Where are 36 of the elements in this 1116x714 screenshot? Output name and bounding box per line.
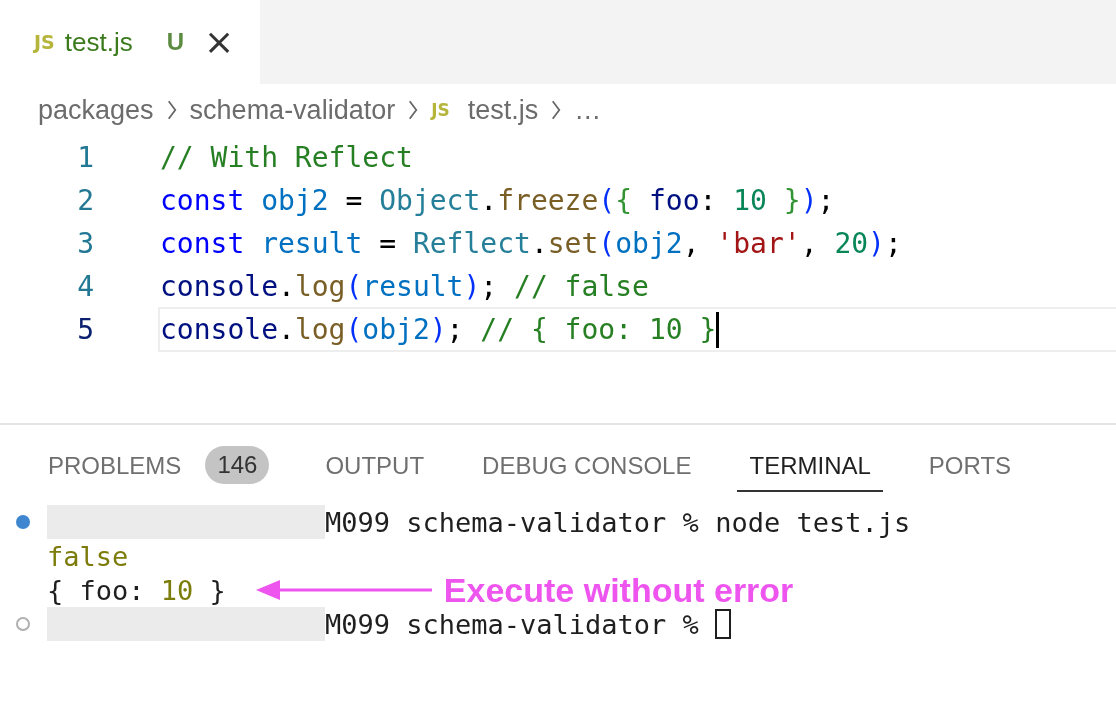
- chevron-icon: [550, 99, 563, 121]
- annotation-text: Execute without error: [443, 570, 794, 610]
- panel-tab[interactable]: TERMINAL: [737, 438, 883, 492]
- panel-tab[interactable]: PORTS: [916, 438, 1024, 492]
- js-file-icon: JS: [34, 31, 55, 53]
- terminal-output: { foo: 10 }: [47, 574, 226, 606]
- line-number: 3: [76, 227, 95, 260]
- line-number: 5: [76, 313, 95, 346]
- terminal-output: false: [47, 540, 129, 572]
- code-line: const result = Reflect.set(obj2, 'bar', 20);: [160, 227, 902, 260]
- terminal-prompt: M099 schema-validator %: [325, 608, 699, 640]
- line-number: 2: [76, 184, 95, 217]
- terminal-prompt: M099 schema-validator % node test.js: [325, 506, 911, 538]
- line-number: 1: [76, 141, 95, 174]
- breadcrumb-item[interactable]: schema-validator: [189, 94, 396, 126]
- code-line: console.log(obj2); // { foo: 10 }: [160, 313, 717, 346]
- breadcrumb-item[interactable]: …: [574, 94, 602, 126]
- panel-tab[interactable]: DEBUG CONSOLE: [470, 438, 704, 492]
- editor-tab[interactable]: JS test.js U ×: [0, 0, 261, 84]
- js-file-icon: JS: [431, 100, 450, 120]
- empty-circle-icon[interactable]: [16, 617, 30, 631]
- untracked-status-label: U: [166, 28, 185, 56]
- panel-tab[interactable]: PROBLEMS: [36, 438, 194, 492]
- code-line: // With Reflect: [160, 141, 413, 174]
- close-button[interactable]: ×: [200, 24, 239, 60]
- code-line: console.log(result); // false: [160, 270, 649, 303]
- success-dot-icon[interactable]: [16, 515, 30, 529]
- panel-tab[interactable]: OUTPUT: [313, 438, 437, 492]
- chevron-icon: [407, 99, 420, 121]
- count-badge: 146: [205, 446, 270, 484]
- breadcrumb-item[interactable]: test.js: [467, 94, 539, 126]
- code-line: const obj2 = Object.freeze({ foo: 10 });: [160, 184, 835, 217]
- chevron-icon: [165, 99, 178, 121]
- line-number: 4: [76, 270, 95, 303]
- breadcrumb-item[interactable]: packages: [38, 94, 154, 126]
- text-cursor: [716, 311, 720, 348]
